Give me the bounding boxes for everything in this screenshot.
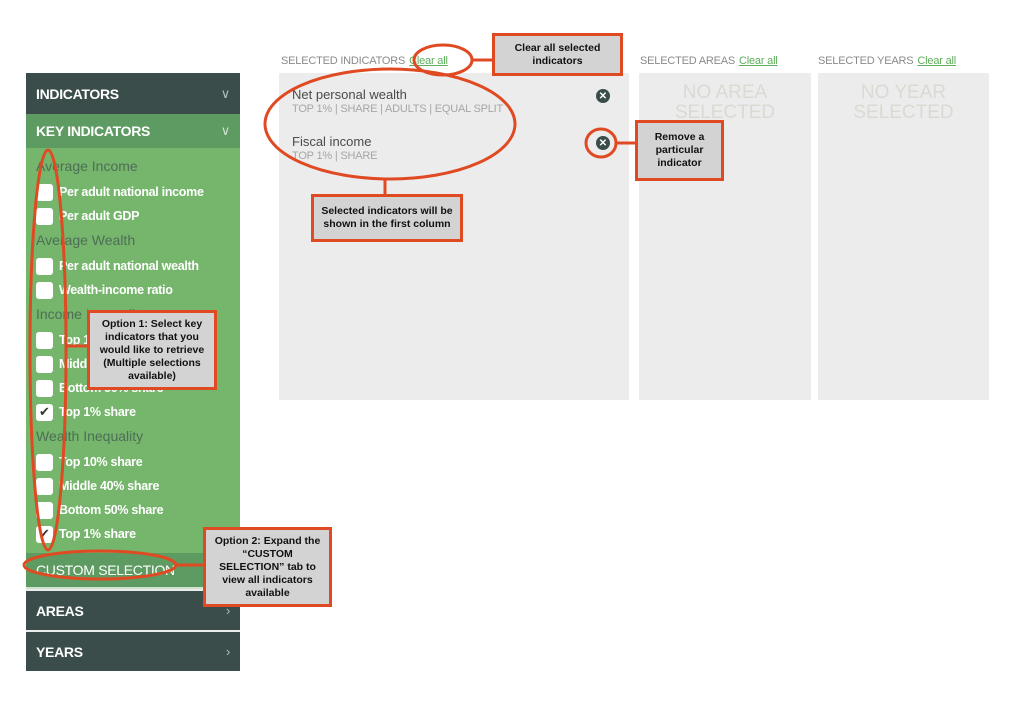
selected-indicator-item: Fiscal income TOP 1% | SHARE — [292, 134, 377, 162]
checkbox-item[interactable]: Top 10% share — [36, 450, 240, 474]
checkbox-label: Top 1% share — [59, 527, 136, 541]
checkbox-label: Per adult GDP — [59, 209, 140, 223]
chevron-down-icon: ∨ — [220, 123, 231, 138]
group-average-income: Average Income Per adult national income… — [36, 158, 240, 228]
custom-selection-label: CUSTOM SELECTION — [36, 562, 175, 578]
checkbox-item[interactable]: Bottom 50% share — [36, 498, 240, 522]
selected-years-panel: NO YEAR SELECTED — [818, 73, 989, 400]
indicators-header[interactable]: INDICATORS ∨ — [26, 73, 240, 114]
annotation-text: Remove a particular indicator — [654, 131, 705, 169]
group-title: Wealth Inequality — [36, 428, 144, 444]
checkbox-label: Middle 40% share — [59, 479, 160, 493]
clear-all-areas-link[interactable]: Clear all — [739, 55, 778, 67]
annotation-remove: Remove a particular indicator — [635, 120, 724, 181]
checkbox[interactable] — [36, 183, 53, 201]
group-average-wealth: Average Wealth Per adult national wealth… — [36, 232, 240, 302]
indicator-details: TOP 1% | SHARE | ADULTS | EQUAL SPLIT — [292, 103, 504, 115]
checkbox-label: Wealth-income ratio — [59, 283, 173, 297]
years-label: YEARS — [36, 643, 83, 660]
checkbox-label: Top 10% share — [59, 455, 143, 469]
group-title: Average Wealth — [36, 232, 136, 248]
selected-years-heading: SELECTED YEARS Clear all — [818, 55, 956, 67]
selected-areas-heading: SELECTED AREAS Clear all — [640, 55, 778, 67]
key-indicators-label: KEY INDICATORS — [36, 123, 151, 139]
selected-indicators-label: SELECTED INDICATORS — [281, 55, 406, 67]
empty-state-text: NO AREA SELECTED — [674, 82, 776, 123]
indicator-name: Fiscal income — [292, 134, 372, 149]
annotation-text: Option 2: Expand the “CUSTOM SELECTION” … — [214, 534, 321, 599]
checkbox-checked[interactable]: ✔ — [36, 525, 53, 543]
group-title: Average Income — [36, 158, 138, 174]
annotation-shown: Selected indicators will be shown in the… — [311, 194, 463, 242]
remove-indicator-icon[interactable]: ✕ — [596, 89, 610, 103]
checkmark-icon: ✔ — [39, 404, 50, 419]
checkbox[interactable] — [36, 257, 53, 275]
indicator-details: TOP 1% | SHARE — [292, 150, 378, 162]
empty-state-text: NO YEAR SELECTED — [853, 82, 954, 123]
selected-years-label: SELECTED YEARS — [818, 55, 914, 67]
selected-indicators-heading: SELECTED INDICATORS Clear all — [281, 55, 448, 67]
clear-all-years-link[interactable]: Clear all — [917, 55, 956, 67]
years-tab[interactable]: YEARS › — [26, 630, 240, 671]
selected-indicator-item: Net personal wealth TOP 1% | SHARE | ADU… — [292, 87, 503, 115]
checkbox-item[interactable]: Middle 40% share — [36, 474, 240, 498]
checkbox-label: Per adult national income — [59, 185, 204, 199]
remove-indicator-icon[interactable]: ✕ — [596, 136, 610, 150]
checkbox-item[interactable]: Per adult GDP — [36, 204, 240, 228]
checkbox[interactable] — [36, 281, 53, 299]
checkbox-label: Per adult national wealth — [59, 259, 199, 273]
checkbox[interactable] — [36, 379, 53, 397]
annotation-option1: Option 1: Select key indicators that you… — [87, 310, 217, 390]
annotation-text: Option 1: Select key indicators that you… — [99, 317, 205, 382]
checkbox[interactable] — [36, 355, 53, 373]
checkbox-label: Bottom 50% share — [59, 503, 164, 517]
annotation-clear-all: Clear all selected indicators — [492, 33, 623, 76]
checkbox[interactable] — [36, 501, 53, 519]
checkmark-icon: ✔ — [39, 526, 50, 541]
indicators-header-label: INDICATORS — [36, 85, 119, 102]
chevron-right-icon: › — [225, 644, 230, 659]
checkbox[interactable] — [36, 477, 53, 495]
checkbox-checked[interactable]: ✔ — [36, 403, 53, 421]
checkbox-label: Top 1% share — [59, 405, 136, 419]
chevron-down-icon: ∨ — [220, 85, 231, 101]
indicator-name: Net personal wealth — [292, 87, 407, 102]
checkbox[interactable] — [36, 331, 53, 349]
areas-label: AREAS — [36, 602, 84, 619]
key-indicators-header[interactable]: KEY INDICATORS ∨ — [26, 114, 240, 148]
clear-all-indicators-link[interactable]: Clear all — [409, 55, 448, 67]
checkbox-item[interactable]: ✔ Top 1% share — [36, 400, 240, 424]
checkbox[interactable] — [36, 453, 53, 471]
checkbox[interactable] — [36, 207, 53, 225]
checkbox-item[interactable]: Per adult national wealth — [36, 254, 240, 278]
selected-areas-label: SELECTED AREAS — [640, 55, 736, 67]
checkbox-item[interactable]: Per adult national income — [36, 180, 240, 204]
checkbox-item[interactable]: Wealth-income ratio — [36, 278, 240, 302]
annotation-text: Clear all selected indicators — [514, 41, 601, 67]
annotation-text: Selected indicators will be shown in the… — [321, 205, 453, 230]
annotation-option2: Option 2: Expand the “CUSTOM SELECTION” … — [203, 527, 332, 607]
